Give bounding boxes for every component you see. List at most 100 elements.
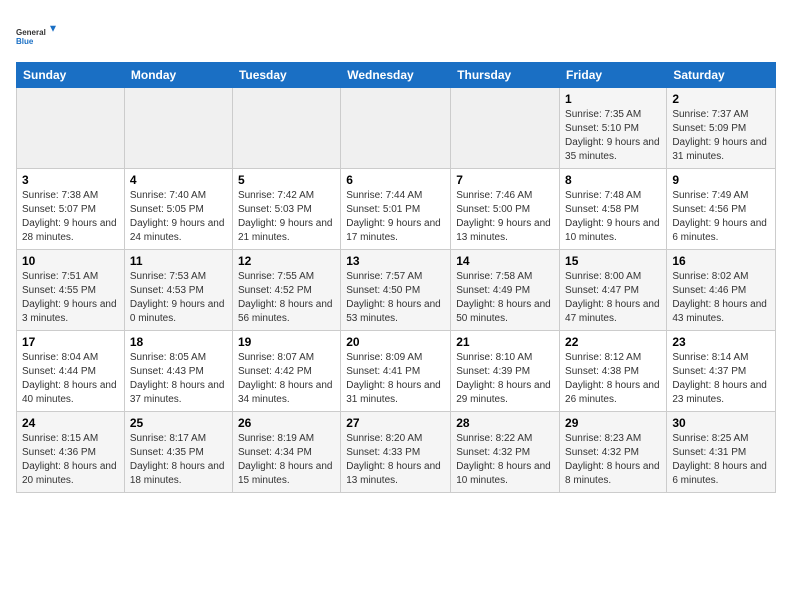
day-info: Sunrise: 8:00 AMSunset: 4:47 PMDaylight:… bbox=[565, 270, 661, 326]
day-cell: 18 Sunrise: 8:05 AMSunset: 4:43 PMDayligh… bbox=[124, 331, 232, 412]
day-number: 5 bbox=[238, 173, 335, 187]
day-cell: 29 Sunrise: 8:23 AMSunset: 4:32 PMDayligh… bbox=[560, 412, 667, 493]
header-row: SundayMondayTuesdayWednesdayThursdayFrid… bbox=[17, 63, 776, 88]
day-number: 26 bbox=[238, 416, 335, 430]
day-cell: 11 Sunrise: 7:53 AMSunset: 4:53 PMDayligh… bbox=[124, 250, 232, 331]
day-number: 8 bbox=[565, 173, 661, 187]
week-row-4: 17Sunrise: 8:04 AMSunset: 4:44 PMDayligh… bbox=[17, 331, 776, 412]
header-cell-tuesday: Tuesday bbox=[232, 63, 340, 88]
day-cell: 23 Sunrise: 8:14 AMSunset: 4:37 PMDayligh… bbox=[667, 331, 776, 412]
day-number: 9 bbox=[672, 173, 770, 187]
day-cell bbox=[17, 88, 125, 169]
day-info: Sunrise: 8:22 AMSunset: 4:32 PMDaylight:… bbox=[456, 432, 554, 488]
day-info: Sunrise: 8:15 AMSunset: 4:36 PMDaylight:… bbox=[22, 432, 119, 488]
header: General Blue bbox=[16, 16, 776, 56]
day-number: 16 bbox=[672, 254, 770, 268]
day-number: 30 bbox=[672, 416, 770, 430]
logo: General Blue bbox=[16, 16, 56, 56]
day-info: Sunrise: 7:38 AMSunset: 5:07 PMDaylight:… bbox=[22, 189, 119, 245]
day-info: Sunrise: 8:02 AMSunset: 4:46 PMDaylight:… bbox=[672, 270, 770, 326]
day-number: 10 bbox=[22, 254, 119, 268]
day-info: Sunrise: 8:14 AMSunset: 4:37 PMDaylight:… bbox=[672, 351, 770, 407]
header-cell-monday: Monday bbox=[124, 63, 232, 88]
day-cell: 14 Sunrise: 7:58 AMSunset: 4:49 PMDayligh… bbox=[451, 250, 560, 331]
day-number: 18 bbox=[130, 335, 227, 349]
svg-text:Blue: Blue bbox=[16, 37, 34, 46]
day-number: 15 bbox=[565, 254, 661, 268]
day-info: Sunrise: 7:53 AMSunset: 4:53 PMDaylight:… bbox=[130, 270, 227, 326]
header-cell-wednesday: Wednesday bbox=[341, 63, 451, 88]
day-number: 3 bbox=[22, 173, 119, 187]
day-number: 14 bbox=[456, 254, 554, 268]
day-number: 4 bbox=[130, 173, 227, 187]
day-info: Sunrise: 7:55 AMSunset: 4:52 PMDaylight:… bbox=[238, 270, 335, 326]
day-info: Sunrise: 8:12 AMSunset: 4:38 PMDaylight:… bbox=[565, 351, 661, 407]
header-cell-thursday: Thursday bbox=[451, 63, 560, 88]
day-number: 12 bbox=[238, 254, 335, 268]
day-number: 13 bbox=[346, 254, 445, 268]
week-row-2: 3 Sunrise: 7:38 AMSunset: 5:07 PMDaylight… bbox=[17, 169, 776, 250]
day-cell: 28 Sunrise: 8:22 AMSunset: 4:32 PMDayligh… bbox=[451, 412, 560, 493]
day-cell bbox=[341, 88, 451, 169]
calendar-table: SundayMondayTuesdayWednesdayThursdayFrid… bbox=[16, 62, 776, 493]
day-cell: 30 Sunrise: 8:25 AMSunset: 4:31 PMDayligh… bbox=[667, 412, 776, 493]
day-number: 19 bbox=[238, 335, 335, 349]
day-info: Sunrise: 7:49 AMSunset: 4:56 PMDaylight:… bbox=[672, 189, 770, 245]
day-cell: 21 Sunrise: 8:10 AMSunset: 4:39 PMDayligh… bbox=[451, 331, 560, 412]
day-number: 17 bbox=[22, 335, 119, 349]
day-number: 7 bbox=[456, 173, 554, 187]
day-info: Sunrise: 7:35 AMSunset: 5:10 PMDaylight:… bbox=[565, 108, 661, 164]
day-info: Sunrise: 8:05 AMSunset: 4:43 PMDaylight:… bbox=[130, 351, 227, 407]
day-number: 21 bbox=[456, 335, 554, 349]
day-info: Sunrise: 8:17 AMSunset: 4:35 PMDaylight:… bbox=[130, 432, 227, 488]
day-number: 11 bbox=[130, 254, 227, 268]
day-info: Sunrise: 8:09 AMSunset: 4:41 PMDaylight:… bbox=[346, 351, 445, 407]
week-row-3: 10Sunrise: 7:51 AMSunset: 4:55 PMDayligh… bbox=[17, 250, 776, 331]
day-number: 6 bbox=[346, 173, 445, 187]
day-info: Sunrise: 7:37 AMSunset: 5:09 PMDaylight:… bbox=[672, 108, 770, 164]
day-cell: 2 Sunrise: 7:37 AMSunset: 5:09 PMDaylight… bbox=[667, 88, 776, 169]
day-info: Sunrise: 8:23 AMSunset: 4:32 PMDaylight:… bbox=[565, 432, 661, 488]
day-number: 24 bbox=[22, 416, 119, 430]
day-info: Sunrise: 8:19 AMSunset: 4:34 PMDaylight:… bbox=[238, 432, 335, 488]
day-number: 2 bbox=[672, 92, 770, 106]
day-info: Sunrise: 7:42 AMSunset: 5:03 PMDaylight:… bbox=[238, 189, 335, 245]
week-row-1: 1 Sunrise: 7:35 AMSunset: 5:10 PMDaylight… bbox=[17, 88, 776, 169]
day-cell: 4 Sunrise: 7:40 AMSunset: 5:05 PMDaylight… bbox=[124, 169, 232, 250]
logo-svg: General Blue bbox=[16, 16, 56, 56]
day-number: 28 bbox=[456, 416, 554, 430]
day-info: Sunrise: 8:07 AMSunset: 4:42 PMDaylight:… bbox=[238, 351, 335, 407]
header-cell-saturday: Saturday bbox=[667, 63, 776, 88]
day-info: Sunrise: 8:25 AMSunset: 4:31 PMDaylight:… bbox=[672, 432, 770, 488]
day-info: Sunrise: 8:10 AMSunset: 4:39 PMDaylight:… bbox=[456, 351, 554, 407]
day-info: Sunrise: 7:57 AMSunset: 4:50 PMDaylight:… bbox=[346, 270, 445, 326]
day-number: 29 bbox=[565, 416, 661, 430]
day-cell: 9 Sunrise: 7:49 AMSunset: 4:56 PMDaylight… bbox=[667, 169, 776, 250]
day-info: Sunrise: 7:48 AMSunset: 4:58 PMDaylight:… bbox=[565, 189, 661, 245]
header-cell-sunday: Sunday bbox=[17, 63, 125, 88]
day-cell: 27Sunrise: 8:20 AMSunset: 4:33 PMDayligh… bbox=[341, 412, 451, 493]
day-cell: 15 Sunrise: 8:00 AMSunset: 4:47 PMDayligh… bbox=[560, 250, 667, 331]
svg-text:General: General bbox=[16, 28, 46, 37]
day-info: Sunrise: 7:44 AMSunset: 5:01 PMDaylight:… bbox=[346, 189, 445, 245]
day-cell: 26 Sunrise: 8:19 AMSunset: 4:34 PMDayligh… bbox=[232, 412, 340, 493]
day-cell: 7 Sunrise: 7:46 AMSunset: 5:00 PMDaylight… bbox=[451, 169, 560, 250]
day-info: Sunrise: 8:20 AMSunset: 4:33 PMDaylight:… bbox=[346, 432, 445, 488]
day-cell: 3 Sunrise: 7:38 AMSunset: 5:07 PMDaylight… bbox=[17, 169, 125, 250]
day-cell: 19 Sunrise: 8:07 AMSunset: 4:42 PMDayligh… bbox=[232, 331, 340, 412]
day-cell: 16 Sunrise: 8:02 AMSunset: 4:46 PMDayligh… bbox=[667, 250, 776, 331]
day-info: Sunrise: 7:58 AMSunset: 4:49 PMDaylight:… bbox=[456, 270, 554, 326]
day-number: 20 bbox=[346, 335, 445, 349]
header-cell-friday: Friday bbox=[560, 63, 667, 88]
day-cell: 20 Sunrise: 8:09 AMSunset: 4:41 PMDayligh… bbox=[341, 331, 451, 412]
day-cell: 25Sunrise: 8:17 AMSunset: 4:35 PMDayligh… bbox=[124, 412, 232, 493]
day-info: Sunrise: 7:46 AMSunset: 5:00 PMDaylight:… bbox=[456, 189, 554, 245]
day-cell: 24 Sunrise: 8:15 AMSunset: 4:36 PMDayligh… bbox=[17, 412, 125, 493]
day-cell: 22Sunrise: 8:12 AMSunset: 4:38 PMDayligh… bbox=[560, 331, 667, 412]
day-number: 1 bbox=[565, 92, 661, 106]
day-cell: 17Sunrise: 8:04 AMSunset: 4:44 PMDayligh… bbox=[17, 331, 125, 412]
day-info: Sunrise: 7:40 AMSunset: 5:05 PMDaylight:… bbox=[130, 189, 227, 245]
day-cell: 10Sunrise: 7:51 AMSunset: 4:55 PMDayligh… bbox=[17, 250, 125, 331]
day-number: 23 bbox=[672, 335, 770, 349]
day-cell: 13 Sunrise: 7:57 AMSunset: 4:50 PMDayligh… bbox=[341, 250, 451, 331]
